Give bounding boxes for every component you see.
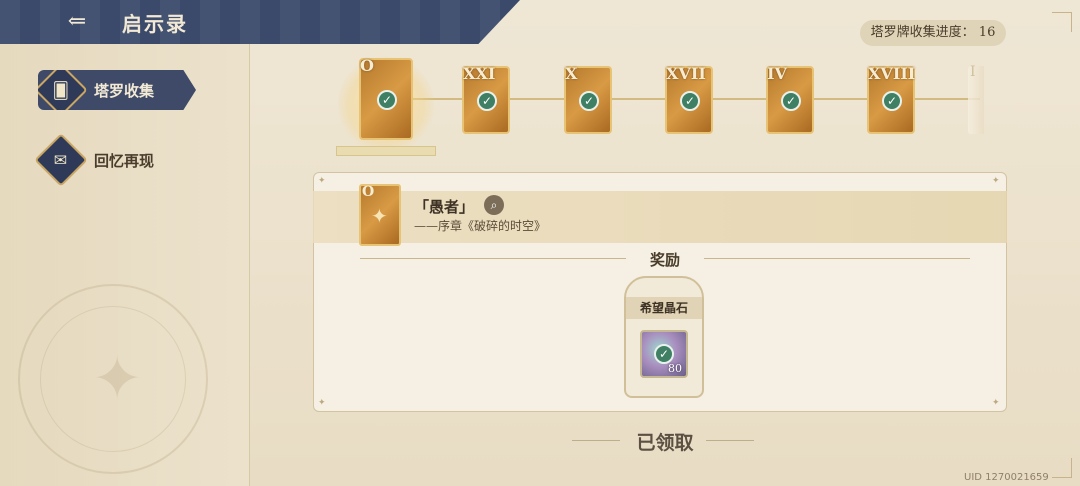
reward-heading: 奖励 xyxy=(649,251,680,269)
tarot-card-21[interactable]: XXI ✓ xyxy=(462,64,510,134)
check-icon: ✓ xyxy=(579,91,599,111)
corner-ornament xyxy=(1052,12,1072,32)
check-icon: ✓ xyxy=(477,91,497,111)
zoom-button[interactable]: ⌕ xyxy=(484,195,504,215)
tarot-card-4[interactable]: IV ✓ xyxy=(766,64,814,134)
sparkle-icon: ✦ xyxy=(318,176,326,186)
card-numeral: XVII xyxy=(666,64,706,83)
uid-label: UID 1270021659 xyxy=(964,472,1049,483)
sparkle-icon: ✦ xyxy=(992,176,1000,186)
sidebar-item-label: 塔罗收集 xyxy=(94,81,155,100)
sidebar-item-label: 回忆再现 xyxy=(94,151,155,170)
ornament-left xyxy=(572,440,620,441)
card-numeral: O xyxy=(360,56,374,75)
card-numeral: IV xyxy=(767,64,787,83)
magnifier-icon: ⌕ xyxy=(490,198,498,212)
page-title: 启示录 xyxy=(122,12,188,36)
card-chapter-subtitle: ——序章《破碎的时空》 xyxy=(414,219,547,233)
detail-card-thumbnail: O ✦ xyxy=(359,184,401,246)
card-numeral: O xyxy=(362,184,375,200)
memory-card-icon: ✉ xyxy=(34,133,88,187)
corner-ornament xyxy=(1052,458,1072,478)
card-numeral: I xyxy=(970,64,976,80)
claimed-status: 已领取 xyxy=(636,432,694,454)
collection-progress-badge: 塔罗牌收集进度： 16 xyxy=(860,20,1006,46)
check-icon: ✓ xyxy=(680,91,700,111)
reward-divider-left xyxy=(360,258,626,259)
compass-star-icon: ✦ xyxy=(92,344,143,414)
star-icon: ✦ xyxy=(371,204,388,228)
ornament-right xyxy=(706,440,754,441)
card-numeral: X xyxy=(565,64,578,83)
sparkle-icon: ✦ xyxy=(318,398,326,408)
check-icon: ✓ xyxy=(654,344,674,364)
sidebar: ✦ xyxy=(0,44,250,486)
reward-quantity: 80 xyxy=(668,362,682,375)
tarot-cards-icon: 🂠 xyxy=(38,70,88,110)
reward-item-name: 希望晶石 xyxy=(626,297,702,319)
tarot-card-17[interactable]: XVII ✓ xyxy=(665,64,713,134)
tarot-card-1-partial[interactable]: I xyxy=(968,64,984,134)
back-arrow-icon: ⇐ xyxy=(67,9,87,34)
sidebar-item-tarot-collection[interactable]: 🂠 塔罗收集 xyxy=(38,70,196,110)
card-numeral: XXI xyxy=(463,64,496,83)
back-button[interactable]: ⇐ xyxy=(60,8,94,36)
reward-divider-right xyxy=(704,258,970,259)
selected-card-pedestal xyxy=(336,146,436,156)
check-icon: ✓ xyxy=(882,91,902,111)
sidebar-item-memory-replay[interactable]: ✉ 回忆再现 xyxy=(34,133,196,187)
tarot-card-18[interactable]: XVIII ✓ xyxy=(867,64,916,134)
check-icon: ✓ xyxy=(781,91,801,111)
tarot-card-0[interactable]: O ✓ xyxy=(359,56,413,140)
check-icon: ✓ xyxy=(377,90,397,110)
progress-count: 16 xyxy=(978,25,996,40)
card-name: 「愚者」 xyxy=(414,198,475,216)
compass-decoration: ✦ xyxy=(18,284,208,474)
progress-label: 塔罗牌收集进度： xyxy=(870,25,975,40)
sparkle-icon: ✦ xyxy=(992,398,1000,408)
card-numeral: XVIII xyxy=(868,64,916,83)
tarot-card-10[interactable]: X ✓ xyxy=(564,64,612,134)
